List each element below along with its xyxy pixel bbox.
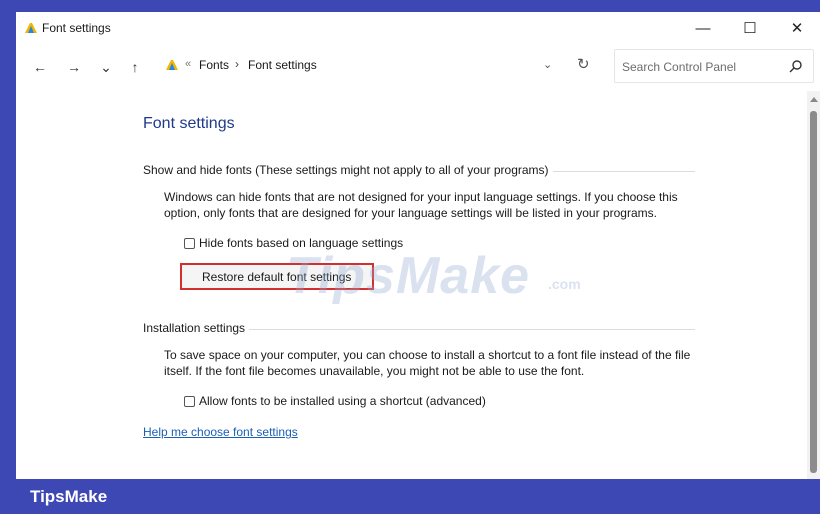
overflow-chevron-icon[interactable]: « (185, 58, 191, 70)
window-title: Font settings (42, 21, 111, 35)
search-input[interactable]: Search Control Panel (622, 60, 736, 74)
tipsmake-watermark-suffix: .com (548, 276, 581, 292)
scrollbar-thumb[interactable] (810, 111, 817, 473)
help-choose-font-settings-link[interactable]: Help me choose font settings (143, 425, 298, 439)
address-toolbar: ← → ⌄ ↑ « Fonts › Font settings ⌄ ↻ Sear… (16, 49, 820, 85)
maximize-button[interactable]: ☐ (727, 12, 773, 44)
restore-default-font-settings-button[interactable]: Restore default font settings (180, 263, 374, 290)
fonts-folder-icon (25, 23, 37, 33)
breadcrumb-fonts[interactable]: Fonts (199, 58, 229, 72)
fonts-folder-icon (166, 60, 178, 70)
breadcrumb-font-settings[interactable]: Font settings (248, 58, 317, 72)
minimize-button[interactable]: — (680, 12, 726, 44)
page-title: Font settings (143, 115, 235, 132)
address-bar[interactable]: « Fonts › Font settings ⌄ ↻ (157, 49, 607, 83)
back-arrow-icon[interactable]: ← (30, 58, 50, 76)
content-pane: Font settings Show and hide fonts (These… (16, 91, 806, 479)
search-box[interactable]: Search Control Panel (614, 49, 814, 83)
search-icon[interactable] (789, 59, 803, 73)
hide-fonts-checkbox[interactable] (184, 237, 195, 249)
hide-fonts-checkbox-label[interactable]: Hide fonts based on language settings (199, 236, 403, 250)
address-dropdown-chevron-icon[interactable]: ⌄ (543, 58, 552, 71)
footer-brand-logo: TipsMake (30, 487, 108, 506)
recent-locations-chevron-icon[interactable]: ⌄ (96, 58, 116, 76)
footer-banner: TipsMake (0, 479, 820, 514)
font-settings-window: Font settings — ☐ ✕ ← → ⌄ ↑ « Fonts › Fo… (16, 12, 820, 479)
scroll-up-arrow-icon[interactable] (810, 97, 818, 102)
show-hide-fonts-group-label: Show and hide fonts (These settings migh… (143, 163, 553, 177)
allow-shortcut-checkbox-label[interactable]: Allow fonts to be installed using a shor… (199, 394, 486, 408)
breadcrumb-separator-icon: › (235, 57, 239, 71)
forward-arrow-icon[interactable]: → (64, 58, 84, 76)
installation-description: To save space on your computer, you can … (164, 348, 691, 378)
allow-shortcut-checkbox-row[interactable]: Allow fonts to be installed using a shor… (184, 394, 486, 408)
refresh-icon[interactable]: ↻ (577, 55, 590, 73)
close-button[interactable]: ✕ (774, 12, 820, 44)
allow-shortcut-checkbox[interactable] (184, 395, 195, 407)
installation-settings-group-label: Installation settings (143, 321, 250, 335)
up-arrow-icon[interactable]: ↑ (125, 58, 145, 76)
hide-fonts-checkbox-row[interactable]: Hide fonts based on language settings (184, 236, 403, 250)
vertical-scrollbar[interactable] (807, 91, 820, 479)
show-hide-description: Windows can hide fonts that are not desi… (164, 190, 678, 220)
title-bar: Font settings — ☐ ✕ (16, 12, 820, 44)
